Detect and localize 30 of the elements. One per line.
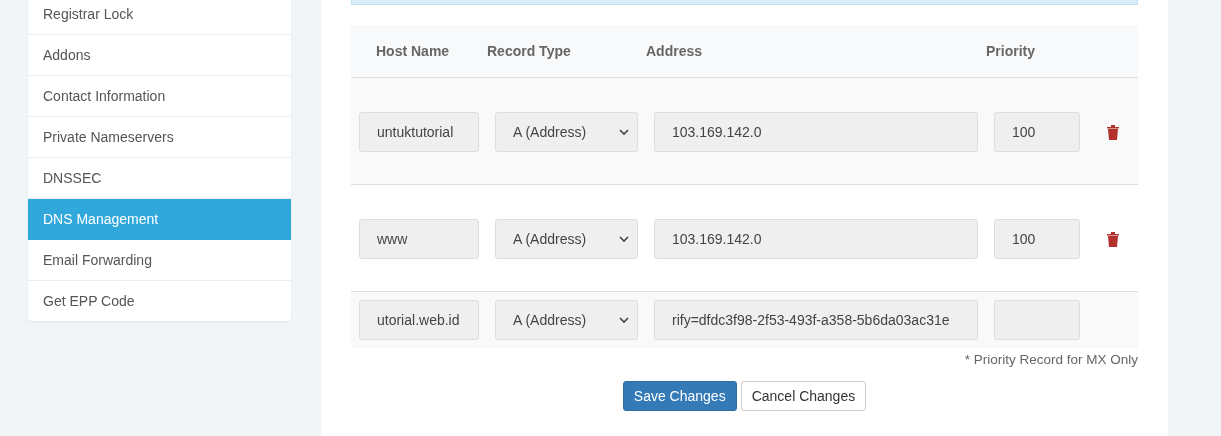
chevron-down-icon [619, 316, 629, 324]
sidebar-item[interactable]: Addons [28, 35, 291, 76]
trash-icon[interactable] [1106, 231, 1120, 247]
host-name-field[interactable]: utorial.web.id [359, 300, 479, 340]
column-header: Host Name [376, 43, 451, 59]
cancel-button[interactable]: Cancel Changes [740, 381, 867, 411]
sidebar-item[interactable]: Get EPP Code [28, 281, 291, 321]
column-header: Address [646, 43, 704, 59]
column-header: Priority [986, 43, 1035, 59]
sidebar-item[interactable]: Email Forwarding [28, 240, 291, 281]
address-field[interactable]: rify=dfdc3f98-2f53-493f-a358-5b6da03ac31e [654, 300, 978, 340]
sidebar-item[interactable]: Registrar Lock [28, 0, 291, 35]
record-type-select[interactable]: A (Address) [495, 300, 638, 340]
column-header: Record Type [487, 43, 572, 59]
priority-field[interactable]: 100 [994, 219, 1080, 259]
sidebar-item[interactable]: Private Nameservers [28, 117, 291, 158]
priority-field[interactable]: 100 [994, 112, 1080, 152]
record-type-select[interactable]: A (Address) [495, 112, 638, 152]
note-text: * Priority Record for MX Only [963, 352, 1138, 367]
record-type-select[interactable]: A (Address) [495, 219, 638, 259]
chevron-down-icon [619, 235, 629, 243]
priority-field[interactable] [994, 300, 1080, 340]
chevron-down-icon [619, 128, 629, 136]
host-name-field[interactable]: www [359, 219, 479, 259]
address-field[interactable]: 103.169.142.0 [654, 219, 978, 259]
trash-icon[interactable] [1106, 124, 1120, 140]
sidebar-item[interactable]: Contact Information [28, 76, 291, 117]
address-field[interactable]: 103.169.142.0 [654, 112, 978, 152]
save-button[interactable]: Save Changes [622, 381, 737, 411]
host-name-field[interactable]: untuktutorial [359, 112, 479, 152]
